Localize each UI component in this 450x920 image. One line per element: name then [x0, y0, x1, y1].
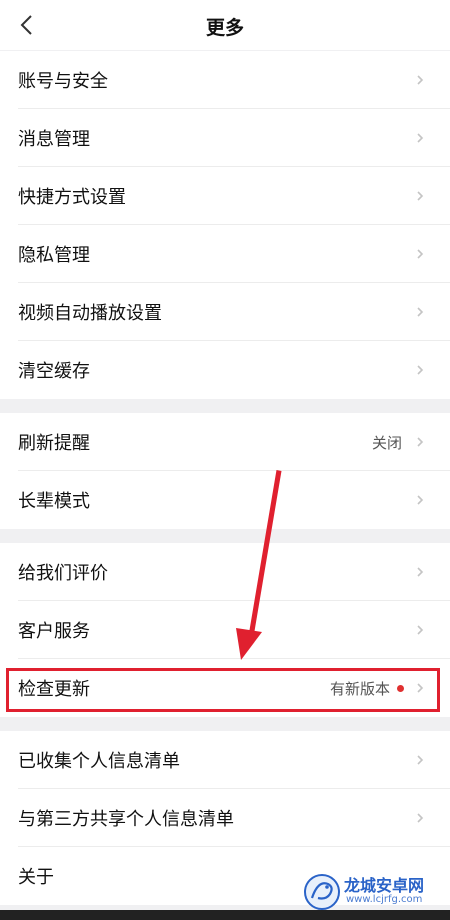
item-label: 隐私管理: [18, 245, 90, 266]
chevron-right-icon: [417, 495, 424, 505]
chevron-right-icon: [417, 307, 424, 317]
settings-item-rate-us[interactable]: 给我们评价: [0, 543, 450, 601]
chevron-right-icon: [417, 249, 424, 259]
settings-item-customer-service[interactable]: 客户服务: [0, 601, 450, 659]
chevron-right-icon: [417, 133, 424, 143]
settings-item-shortcut-settings[interactable]: 快捷方式设置: [0, 167, 450, 225]
dragon-logo-icon: [304, 874, 340, 910]
settings-group-reminders: 刷新提醒 关闭 长辈模式: [0, 413, 450, 529]
item-label: 消息管理: [18, 129, 90, 150]
settings-item-collected-info-list[interactable]: 已收集个人信息清单: [0, 731, 450, 789]
site-watermark: 龙城安卓网 www.lcjrfg.com: [302, 868, 442, 916]
settings-item-refresh-reminder[interactable]: 刷新提醒 关闭: [0, 413, 450, 471]
item-value: 关闭: [371, 433, 402, 452]
item-label: 检查更新: [18, 679, 90, 700]
item-label: 给我们评价: [18, 563, 108, 584]
item-label: 关于: [18, 867, 54, 888]
watermark-url: www.lcjrfg.com: [346, 894, 423, 905]
item-label: 刷新提醒: [18, 433, 90, 454]
page-title: 更多: [205, 17, 244, 39]
new-version-text: 有新版本: [329, 679, 390, 698]
settings-item-third-party-shared-info[interactable]: 与第三方共享个人信息清单: [0, 789, 450, 847]
chevron-right-icon: [417, 755, 424, 765]
settings-item-privacy-management[interactable]: 隐私管理: [0, 225, 450, 283]
chevron-right-icon: [417, 813, 424, 823]
chevron-right-icon: [417, 625, 424, 635]
chevron-right-icon: [417, 365, 424, 375]
item-label: 清空缓存: [18, 361, 90, 382]
item-label: 视频自动播放设置: [18, 303, 162, 324]
item-label: 快捷方式设置: [18, 187, 126, 208]
chevron-right-icon: [417, 191, 424, 201]
chevron-right-icon: [417, 567, 424, 577]
top-bar: 更多: [0, 0, 450, 50]
chevron-right-icon: [417, 683, 424, 693]
settings-item-check-update[interactable]: 检查更新 有新版本: [0, 659, 450, 717]
item-label: 客户服务: [18, 621, 90, 642]
settings-group-support: 给我们评价 客户服务 检查更新 有新版本: [0, 543, 450, 717]
item-label: 已收集个人信息清单: [18, 751, 180, 772]
settings-item-clear-cache[interactable]: 清空缓存: [0, 341, 450, 399]
item-label: 长辈模式: [18, 491, 90, 512]
settings-item-message-management[interactable]: 消息管理: [0, 109, 450, 167]
chevron-right-icon: [417, 437, 424, 447]
settings-item-account-security[interactable]: 账号与安全: [0, 51, 450, 109]
item-label: 账号与安全: [18, 71, 108, 92]
update-badge-dot: [397, 685, 404, 692]
settings-item-elder-mode[interactable]: 长辈模式: [0, 471, 450, 529]
item-label: 与第三方共享个人信息清单: [18, 809, 234, 830]
settings-group-account: 账号与安全 消息管理 快捷方式设置 隐私管理 视频自动播放设置 清空缓存: [0, 51, 450, 399]
watermark-name: 龙城安卓网: [344, 876, 425, 895]
settings-item-video-autoplay[interactable]: 视频自动播放设置: [0, 283, 450, 341]
chevron-right-icon: [417, 75, 424, 85]
